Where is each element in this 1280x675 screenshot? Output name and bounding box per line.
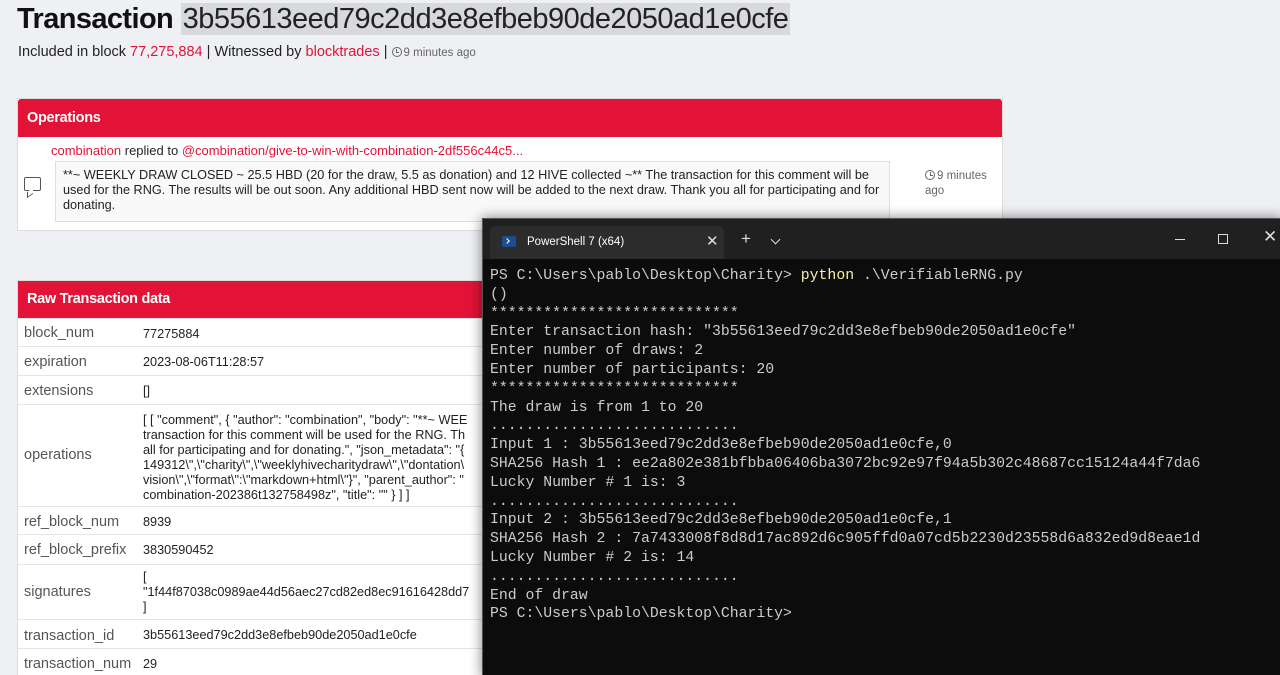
tab-title: PowerShell 7 (x64) [527,236,625,248]
operation-summary: combination replied to @combination/give… [51,143,523,158]
page-title: Transaction 3b55613eed79c2dd3e8efbeb90de… [17,3,791,36]
row-key: operations [24,447,92,463]
prompt-line: PS C:\Users\pablo\Desktop\Charity> [490,606,792,623]
operations-header: Operations [18,99,1002,137]
row-key: transaction_id [24,628,115,644]
output-line: SHA256 Hash 1 : ee2a802e381bfbba06406ba3… [490,455,1201,472]
close-icon[interactable]: ✕ [1263,227,1277,247]
witness-link[interactable]: blocktrades [306,44,380,60]
title-bar[interactable]: PowerShell 7 (x64) ✕ + ✕ [483,219,1280,259]
powershell-icon [502,236,516,247]
output-line: **************************** [490,305,739,322]
output-line: ............................ [490,568,739,585]
output-line: End of draw [490,587,588,604]
maximize-icon[interactable] [1218,234,1228,244]
terminal-tab[interactable]: PowerShell 7 (x64) ✕ [490,226,724,259]
output-line: Input 2 : 3b55613eed79c2dd3e8efbeb90de20… [490,512,952,529]
row-key: ref_block_prefix [24,542,127,558]
output-line: Enter transaction hash: "3b55613eed79c2d… [490,324,1077,341]
block-link[interactable]: 77,275,884 [130,44,203,60]
row-key: signatures [24,584,91,600]
comment-body: **~ WEEKLY DRAW CLOSED ~ 25.5 HBD (20 fo… [55,161,890,222]
output-line: Lucky Number # 1 is: 3 [490,474,686,491]
output-line: SHA256 Hash 2 : 7a7433008f8d8d17ac892d6c… [490,531,1201,548]
separator: | [383,44,388,60]
close-tab-icon[interactable]: ✕ [706,232,719,250]
row-key: extensions [24,383,94,399]
powershell-window[interactable]: PowerShell 7 (x64) ✕ + ✕ PS C:\Users\pab… [482,218,1280,675]
witness-label: | Witnessed by [206,44,302,60]
output-line: **************************** [490,380,739,397]
output-line: The draw is from 1 to 20 [490,399,704,416]
row-key: ref_block_num [24,514,120,530]
clock-icon [925,170,935,180]
chevron-down-icon[interactable] [770,234,781,245]
operations-card: Operations combination replied to @combi… [17,98,1003,231]
minimize-icon[interactable] [1175,239,1185,240]
row-key: transaction_num [24,656,132,672]
row-key: block_num [24,325,95,341]
output-line: Enter number of participants: 20 [490,361,775,378]
transaction-subtitle: Included in block 77,275,884 | Witnessed… [18,44,476,60]
output-line: ............................ [490,418,739,435]
output-line: Enter number of draws: 2 [490,343,704,360]
output-line: ............................ [490,493,739,510]
comment-icon [24,177,41,191]
output-line: Input 1 : 3b55613eed79c2dd3e8efbeb90de20… [490,437,952,454]
replied-label: replied to [124,143,179,158]
author-link[interactable]: combination [51,143,121,158]
parent-post-link[interactable]: @combination/give-to-win-with-combinatio… [182,143,523,158]
timestamp: 9 minutes ago [391,47,476,59]
included-label: Included in block [18,44,127,60]
clock-icon [391,47,402,57]
row-key: expiration [24,354,87,370]
operation-time: 9 minutes ago [925,170,987,197]
new-tab-icon[interactable]: + [741,230,751,247]
transaction-hash[interactable]: 3b55613eed79c2dd3e8efbeb90de2050ad1e0cfe [180,3,791,35]
output-line: () [490,286,508,303]
title-prefix: Transaction [17,3,174,35]
output-line: Lucky Number # 2 is: 14 [490,549,695,566]
command-line: PS C:\Users\pablo\Desktop\Charity> pytho… [490,268,1023,284]
terminal-output[interactable]: PS C:\Users\pablo\Desktop\Charity> pytho… [490,267,1280,624]
